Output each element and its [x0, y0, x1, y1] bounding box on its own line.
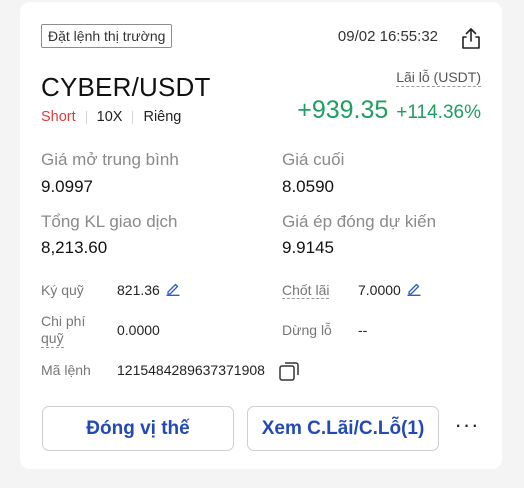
- close-position-button[interactable]: Đóng vị thế: [42, 406, 234, 451]
- pnl-label[interactable]: Lãi lỗ (USDT): [396, 69, 481, 87]
- pnl: +939.35 +114.36%: [297, 96, 481, 125]
- order-id-label: Mã lệnh: [41, 362, 91, 378]
- stop-loss-value: --: [358, 322, 368, 338]
- share-icon[interactable]: [460, 26, 482, 50]
- side-badge: Short: [41, 109, 76, 125]
- last-price-label: Giá cuối: [282, 150, 345, 169]
- trading-pair: CYBER/USDT: [41, 72, 211, 102]
- margin-mode-badge: Riêng: [143, 109, 182, 125]
- est-liquidation-value: 9.9145: [282, 238, 334, 257]
- order-id-value: 1215484289637371908: [117, 362, 265, 378]
- take-profit-field: 7.0000: [358, 282, 421, 298]
- total-volume-label: Tổng KL giao dịch: [41, 212, 178, 231]
- divider: [85, 110, 87, 124]
- pnl-percent: +114.36%: [396, 102, 481, 123]
- est-liquidation-label: Giá ép đóng dự kiến: [282, 212, 437, 231]
- more-options-icon[interactable]: ···: [450, 414, 484, 440]
- total-volume-value: 8,213.60: [41, 238, 108, 257]
- pnl-value: +939.35: [297, 96, 389, 124]
- take-profit-value: 7.0000: [358, 282, 401, 298]
- copy-icon[interactable]: [277, 359, 301, 383]
- avg-open-price-label: Giá mở trung bình: [41, 150, 179, 169]
- funding-fee-label: Chi phí quỹ: [41, 313, 85, 348]
- margin-field: 821.36: [117, 282, 180, 298]
- edit-take-profit-icon[interactable]: [407, 282, 421, 296]
- funding-fee-value: 0.0000: [117, 322, 160, 338]
- leverage-badge: 10X: [96, 109, 123, 125]
- avg-open-price-value: 9.0997: [41, 177, 93, 196]
- last-price-value: 8.0590: [282, 177, 334, 196]
- view-tpsl-button[interactable]: Xem C.Lãi/C.Lỗ(1): [247, 406, 439, 451]
- funding-fee-label-line2[interactable]: quỹ: [41, 330, 64, 348]
- margin-label: Ký quỹ: [41, 282, 84, 298]
- funding-fee-label-line1: Chi phí: [41, 313, 86, 329]
- order-type-badge: Đặt lệnh thị trường: [41, 24, 173, 48]
- position-card: Đặt lệnh thị trường 09/02 16:55:32 CYBER…: [20, 2, 502, 469]
- margin-value: 821.36: [117, 282, 160, 298]
- edit-margin-icon[interactable]: [166, 282, 180, 296]
- divider: [132, 110, 134, 124]
- timestamp: 09/02 16:55:32: [337, 28, 438, 45]
- take-profit-label[interactable]: Chốt lãi: [282, 282, 330, 299]
- stop-loss-label: Dừng lỗ: [282, 322, 332, 338]
- position-tags: Short 10X Riêng: [41, 109, 181, 125]
